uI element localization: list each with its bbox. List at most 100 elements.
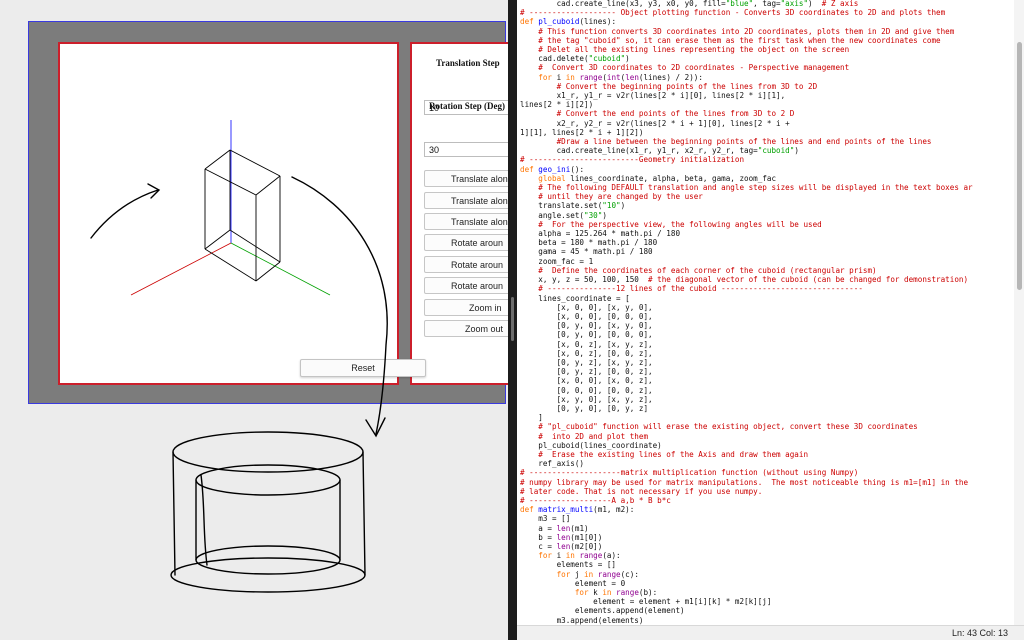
code-line[interactable]: # until they are changed by the user	[520, 192, 703, 201]
code-line[interactable]: [x, y, 0], [x, y, z],	[520, 395, 653, 404]
code-line[interactable]: # Convert 3D coordinates to 2D coordinat…	[520, 63, 849, 72]
code-line[interactable]: # This function converts 3D coordinates …	[520, 27, 954, 36]
code-line[interactable]: beta = 180 * math.pi / 180	[520, 238, 657, 247]
sketch-overlay	[90, 176, 388, 593]
code-token: [x, 0, 0], [x, y, 0],	[520, 302, 653, 312]
code-token: in	[584, 569, 598, 579]
code-line[interactable]: zoom_fac = 1	[520, 257, 593, 266]
code-line[interactable]: cad.create_line(x1_r, y1_r, x2_r, y2_r, …	[520, 146, 799, 155]
code-token: range	[579, 72, 603, 82]
code-token: (m1[0])	[570, 532, 603, 542]
code-token: # numpy library may be used for matrix m…	[520, 477, 969, 487]
code-token: # This function converts 3D coordinates …	[520, 26, 955, 36]
code-line[interactable]: [0, y, 0], [0, y, z]	[520, 404, 648, 413]
code-line[interactable]: m3.append(elements)	[520, 616, 644, 625]
code-line[interactable]: gama = 45 * math.pi / 180	[520, 247, 652, 256]
code-line[interactable]: # later code. That is not necessary if y…	[520, 487, 762, 496]
code-line[interactable]: pl_cuboid(lines_coordinate)	[520, 440, 662, 450]
code-line[interactable]: ]	[520, 413, 543, 422]
code-line[interactable]: alpha = 125.264 * math.pi / 180	[520, 229, 680, 238]
code-line[interactable]: # Delet all the existing lines represent…	[520, 45, 849, 54]
code-line[interactable]: # Erase the existing lines of the Axis a…	[520, 450, 808, 459]
code-line[interactable]: for k in range(b):	[520, 588, 657, 597]
code-line[interactable]: angle.set("30")	[520, 211, 607, 220]
code-line[interactable]: [x, 0, z], [0, 0, z],	[520, 349, 653, 358]
code-line[interactable]: # ------------------A a,b * B b*c	[520, 496, 671, 505]
code-token: # Define the coordinates of each corner …	[520, 265, 877, 275]
code-token: in	[565, 72, 580, 82]
code-line[interactable]: [0, y, z], [0, 0, z],	[520, 367, 653, 376]
code-line[interactable]: # ------------------- Object plotting fu…	[520, 8, 945, 17]
code-line[interactable]: element = 0	[520, 579, 625, 588]
code-token: , tag=	[753, 0, 781, 8]
code-token: # the diagonal vector of the cuboid (can…	[648, 275, 969, 285]
code-line[interactable]: # "pl_cuboid" function will erase the ex…	[520, 422, 918, 432]
code-line[interactable]: for j in range(c):	[520, 570, 639, 579]
code-token: "axis"	[780, 0, 809, 8]
code-line[interactable]: x, y, z = 50, 100, 150 # the diagonal ve…	[520, 275, 968, 284]
code-line[interactable]: def matrix_multi(m1, m2):	[520, 505, 634, 514]
code-line[interactable]: ref_axis()	[520, 459, 584, 468]
code-token: for	[520, 569, 575, 579]
code-line[interactable]: global lines_coordinate, alpha, beta, ga…	[520, 174, 776, 183]
code-token: ref_axis()	[520, 459, 585, 469]
code-line[interactable]: [0, y, 0], [x, y, 0],	[520, 321, 653, 330]
code-line[interactable]: [x, 0, 0], [0, 0, 0],	[520, 312, 653, 321]
code-line[interactable]: cad.create_line(x3, y3, x0, y0, fill="bl…	[520, 0, 859, 8]
code-line[interactable]: lines_coordinate = [	[520, 294, 629, 303]
code-token: (m1, m2):	[593, 505, 635, 515]
code-token: c =	[520, 541, 557, 551]
code-token: element = element + m1[i][k] * m2[k][j]	[520, 597, 772, 607]
code-line[interactable]: def pl_cuboid(lines):	[520, 17, 616, 26]
code-line[interactable]: [x, 0, 0], [x, y, 0],	[520, 303, 653, 312]
code-text[interactable]: cad.create_line(x3, y3, x0, y0, fill="bl…	[520, 0, 973, 625]
code-token: )	[625, 54, 630, 64]
code-editor[interactable]: cad.create_line(x3, y3, x0, y0, fill="bl…	[517, 0, 1024, 640]
code-line[interactable]: for i in range(int(len(lines) / 2)):	[520, 73, 703, 82]
code-line[interactable]: [0, y, 0], [0, 0, 0],	[520, 330, 653, 339]
code-token: # "pl_cuboid" function will erase the ex…	[520, 422, 918, 432]
app-panel: Translation Step 10 Rotation Step (Deg) …	[0, 0, 508, 640]
code-line[interactable]: # ------------------------Geometry initi…	[520, 155, 744, 164]
code-token: pl_cuboid(lines_coordinate)	[520, 440, 662, 450]
code-token: [0, y, 0], [x, y, 0],	[520, 321, 653, 331]
code-line[interactable]: 1][1], lines[2 * i + 1][2])	[520, 128, 643, 137]
code-line[interactable]: lines[2 * i][2])	[520, 100, 593, 109]
code-line[interactable]: m3 = []	[520, 514, 570, 523]
code-token: )	[794, 146, 799, 156]
code-line[interactable]: [x, 0, z], [x, y, z],	[520, 340, 653, 349]
code-line[interactable]: # Convert the beginning points of the li…	[520, 82, 818, 91]
code-line[interactable]: translate.set("10")	[520, 201, 625, 210]
code-line[interactable]: a = len(m1)	[520, 523, 588, 533]
code-line[interactable]: # The following DEFAULT translation and …	[520, 183, 972, 192]
code-line[interactable]: elements.append(element)	[520, 606, 685, 615]
code-line[interactable]: # Define the coordinates of each corner …	[520, 265, 877, 275]
cursor-position: Ln: 43 Col: 13	[951, 628, 1008, 638]
code-line[interactable]: # into 2D and plot them	[520, 432, 648, 441]
code-token: len	[556, 523, 571, 533]
code-line[interactable]: cad.delete("cuboid")	[520, 54, 630, 64]
code-line[interactable]: for i in range(a):	[520, 551, 620, 560]
code-token: # later code. That is not necessary if y…	[520, 486, 763, 496]
splitter-grip-handle[interactable]	[511, 297, 514, 341]
code-line[interactable]: # For the perspective view, the followin…	[520, 220, 821, 229]
code-line[interactable]: x2_r, y2_r = v2r(lines[2 * i + 1][0], li…	[520, 119, 790, 128]
code-line[interactable]: elements = []	[520, 560, 616, 569]
code-line[interactable]: # ---------------12 lines of the cuboid …	[520, 284, 863, 293]
code-line[interactable]: # Convert the end points of the lines fr…	[520, 109, 795, 118]
code-line[interactable]: # the tag "cuboid" so, it can erase them…	[520, 35, 941, 45]
code-line[interactable]: # numpy library may be used for matrix m…	[520, 478, 968, 487]
editor-scroll-thumb[interactable]	[1017, 42, 1022, 290]
code-token: # the tag "cuboid" so, it can erase them…	[520, 35, 941, 45]
code-line[interactable]: # --------------------matrix multiplicat…	[520, 468, 858, 477]
code-line[interactable]: b = len(m1[0])	[520, 533, 602, 542]
code-line[interactable]: element = element + m1[i][k] * m2[k][j]	[520, 597, 771, 606]
code-line[interactable]: [x, 0, 0], [x, 0, z],	[520, 376, 653, 385]
code-line[interactable]: [0, 0, 0], [0, 0, z],	[520, 386, 653, 395]
code-line[interactable]: x1_r, y1_r = v2r(lines[2 * i][0], lines[…	[520, 91, 786, 100]
code-line[interactable]: c = len(m2[0])	[520, 542, 602, 551]
code-token: int	[606, 72, 621, 82]
code-line[interactable]: def geo_ini():	[520, 165, 584, 174]
code-line[interactable]: #Draw a line between the beginning point…	[520, 137, 932, 146]
code-line[interactable]: [0, y, z], [x, y, z],	[520, 358, 653, 367]
